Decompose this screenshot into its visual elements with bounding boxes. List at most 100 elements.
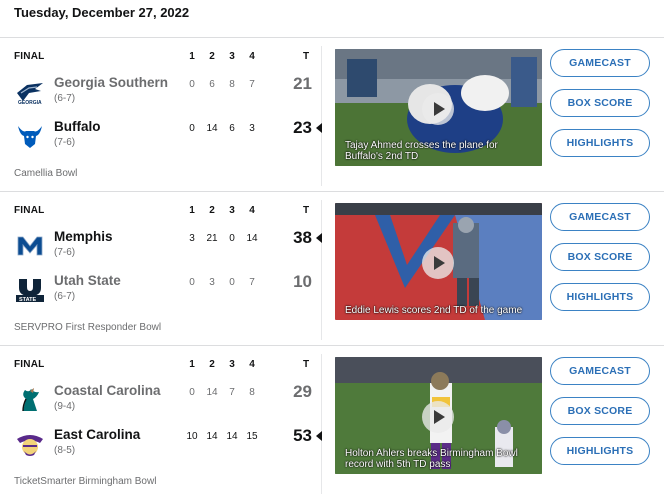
quarter-score: 21 — [206, 233, 218, 244]
team-row[interactable]: Coastal Carolina (9-4) 0 14 7 8 29 — [0, 382, 321, 419]
quarter-score: 0 — [189, 277, 195, 288]
quarter-header: 3 — [229, 205, 235, 216]
quarter-score: 0 — [189, 123, 195, 134]
team-name[interactable]: East Carolina — [54, 427, 140, 442]
quarter-score: 7 — [229, 387, 235, 398]
quarter-score: 8 — [229, 79, 235, 90]
highlights-button[interactable]: HIGHLIGHTS — [550, 129, 650, 157]
divider — [321, 354, 322, 494]
svg-text:STATE: STATE — [19, 297, 37, 303]
eagle-logo: GEORGIA — [15, 79, 45, 106]
play-icon[interactable] — [422, 401, 454, 433]
quarter-score: 7 — [249, 79, 255, 90]
quarter-header: 2 — [209, 51, 215, 62]
highlights-button[interactable]: HIGHLIGHTS — [550, 283, 650, 311]
team-record: (6-7) — [54, 291, 76, 302]
total-header: T — [302, 51, 310, 62]
video-thumbnail[interactable]: Holton Ahlers breaks Birmingham Bowl rec… — [335, 357, 542, 474]
box-score-button[interactable]: BOX SCORE — [550, 397, 650, 425]
svg-text:GEORGIA: GEORGIA — [18, 100, 42, 105]
quarter-score: 14 — [226, 431, 238, 442]
quarter-score: 7 — [249, 277, 255, 288]
team-name[interactable]: Coastal Carolina — [54, 383, 161, 398]
total-score: 23 — [293, 118, 312, 137]
total-score: 10 — [293, 272, 312, 291]
quarter-header: 3 — [229, 359, 235, 370]
winner-arrow-icon — [316, 431, 322, 441]
video-thumbnail[interactable]: Eddie Lewis scores 2nd TD of the game — [335, 203, 542, 320]
quarter-header: 4 — [249, 205, 255, 216]
team-record: (7-6) — [54, 137, 76, 148]
quarter-header: 3 — [229, 51, 235, 62]
total-score: 21 — [293, 74, 312, 93]
bowl-name: Camellia Bowl — [14, 168, 78, 179]
quarter-score: 6 — [229, 123, 235, 134]
quarter-score: 6 — [209, 79, 215, 90]
quarter-score: 14 — [206, 387, 218, 398]
team-name[interactable]: Buffalo — [54, 119, 101, 134]
total-header: T — [302, 205, 310, 216]
quarter-score: 3 — [189, 233, 195, 244]
quarter-score: 0 — [189, 79, 195, 90]
quarter-header: 4 — [249, 51, 255, 62]
team-name[interactable]: Utah State — [54, 273, 121, 288]
divider — [321, 46, 322, 186]
box-score-button[interactable]: BOX SCORE — [550, 89, 650, 117]
gamecast-button[interactable]: GAMECAST — [550, 49, 650, 77]
video-caption: Tajay Ahmed crosses the plane for Buffal… — [345, 140, 498, 162]
team-row[interactable]: Memphis (7-6) 3 21 0 14 38 — [0, 228, 322, 265]
quarter-score: 10 — [186, 431, 198, 442]
pirate-logo — [15, 431, 45, 457]
total-score: 53 — [293, 426, 312, 445]
game-status: FINAL — [14, 205, 45, 216]
quarter-score: 3 — [209, 277, 215, 288]
team-record: (8-5) — [54, 445, 76, 456]
game-card: FINAL 1 2 3 4 T Memphis (7-6) 3 21 0 14 … — [0, 191, 664, 345]
gamecast-button[interactable]: GAMECAST — [550, 203, 650, 231]
divider — [321, 200, 322, 340]
date-header: Tuesday, December 27, 2022 — [14, 5, 190, 20]
memphis-m-logo — [15, 233, 45, 259]
quarter-score: 0 — [229, 277, 235, 288]
play-icon[interactable] — [422, 93, 454, 125]
team-record: (6-7) — [54, 93, 76, 104]
divider — [0, 37, 664, 38]
quarter-score: 14 — [246, 233, 258, 244]
quarter-score: 0 — [229, 233, 235, 244]
video-thumbnail[interactable]: Tajay Ahmed crosses the plane for Buffal… — [335, 49, 542, 166]
divider — [0, 191, 664, 192]
highlights-button[interactable]: HIGHLIGHTS — [550, 437, 650, 465]
team-row[interactable]: STATE Utah State (6-7) 0 3 0 7 10 — [0, 272, 321, 309]
team-name[interactable]: Georgia Southern — [54, 75, 168, 90]
total-header: T — [302, 359, 310, 370]
divider — [0, 345, 664, 346]
box-score-button[interactable]: BOX SCORE — [550, 243, 650, 271]
game-status: FINAL — [14, 51, 45, 62]
quarter-score: 15 — [246, 431, 258, 442]
quarter-header: 1 — [189, 205, 195, 216]
quarter-score: 14 — [206, 431, 218, 442]
team-record: (9-4) — [54, 401, 76, 412]
quarter-header: 2 — [209, 205, 215, 216]
bowl-name: TicketSmarter Birmingham Bowl — [14, 476, 157, 487]
team-record: (7-6) — [54, 247, 76, 258]
game-card: FINAL 1 2 3 4 T Coastal Carolina (9-4) 0… — [0, 345, 664, 494]
quarter-score: 8 — [249, 387, 255, 398]
quarter-header: 2 — [209, 359, 215, 370]
team-row[interactable]: Buffalo (7-6) 0 14 6 3 23 — [0, 118, 322, 155]
bull-logo — [15, 123, 45, 149]
quarter-score: 14 — [206, 123, 218, 134]
team-row[interactable]: GEORGIA Georgia Southern (6-7) 0 6 8 7 2… — [0, 74, 321, 111]
utah-state-logo: STATE — [15, 277, 45, 303]
team-name[interactable]: Memphis — [54, 229, 113, 244]
game-status: FINAL — [14, 359, 45, 370]
total-score: 38 — [293, 228, 312, 247]
play-icon[interactable] — [422, 247, 454, 279]
team-row[interactable]: East Carolina (8-5) 10 14 14 15 53 — [0, 426, 322, 463]
quarter-score: 0 — [189, 387, 195, 398]
gamecast-button[interactable]: GAMECAST — [550, 357, 650, 385]
quarter-score: 3 — [249, 123, 255, 134]
winner-arrow-icon — [316, 233, 322, 243]
bowl-name: SERVPRO First Responder Bowl — [14, 322, 162, 333]
winner-arrow-icon — [316, 123, 322, 133]
